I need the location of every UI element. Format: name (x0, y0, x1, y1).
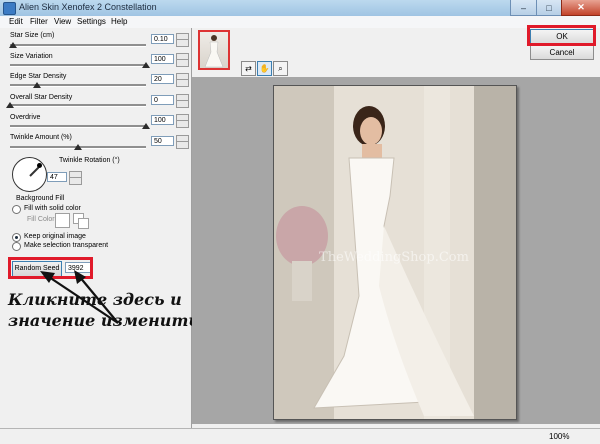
menu-settings[interactable]: Settings (77, 17, 106, 26)
annotation-line2: значение измениться (8, 311, 222, 330)
param-label: Overall Star Density (10, 94, 73, 101)
make-transparent-label: Make selection transparent (24, 242, 109, 249)
annotation-line1: Кликните здесь и (8, 290, 182, 309)
controls-panel (0, 28, 192, 428)
hand-tool-icon[interactable]: ✋ (257, 61, 272, 76)
status-bar: 100% (0, 428, 600, 444)
value-field[interactable]: 50 (151, 136, 174, 146)
value-field[interactable]: 100 (151, 115, 174, 125)
param-label: Size Variation (10, 53, 53, 60)
thumbnail-image (204, 35, 224, 68)
fill-color-swatch[interactable] (55, 213, 70, 228)
fill-solid-label: Fill with solid color (24, 205, 81, 212)
slider-thumb[interactable] (74, 144, 82, 150)
slider-thumb[interactable] (142, 123, 150, 129)
dial-handle[interactable] (37, 163, 42, 168)
value-field[interactable]: 100 (151, 54, 174, 64)
preset-thumbnail[interactable] (198, 30, 230, 70)
maximize-button[interactable]: □ (536, 0, 562, 16)
value-field[interactable]: 20 (151, 74, 174, 84)
title-bar: Alien Skin Xenofex 2 Constellation – □ ✕ (0, 0, 600, 17)
fill-solid-radio[interactable] (12, 205, 21, 214)
param-label: Star Size (cm) (10, 32, 55, 39)
slider-thumb[interactable] (6, 102, 14, 108)
app-icon (3, 2, 16, 15)
zoom-level: 100% (549, 432, 570, 441)
make-transparent-radio[interactable] (12, 242, 21, 251)
cancel-button[interactable]: Cancel (530, 45, 594, 60)
minimize-button[interactable]: – (510, 0, 537, 16)
slider-track[interactable] (10, 64, 146, 67)
seed-highlight-box (8, 257, 93, 279)
bride-illustration: TheWeddingShop.Com (274, 86, 516, 419)
twinkle-rotation-spin[interactable] (69, 171, 82, 185)
slider-track[interactable] (10, 125, 146, 128)
preview-image[interactable]: TheWeddingShop.Com (273, 85, 517, 420)
keep-original-radio[interactable] (12, 233, 21, 242)
spin-buttons[interactable] (176, 94, 189, 108)
zoom-tool-icon[interactable]: ⌕ (273, 61, 288, 76)
param-label: Overdrive (10, 114, 41, 121)
keep-original-label: Keep original image (24, 233, 86, 240)
spin-buttons[interactable] (176, 73, 189, 87)
slider-thumb[interactable] (33, 82, 42, 88)
rotation-dial[interactable] (12, 157, 47, 192)
menu-filter[interactable]: Filter (30, 17, 48, 26)
spin-buttons[interactable] (176, 135, 189, 149)
value-field[interactable]: 0.10 (151, 34, 174, 44)
close-button[interactable]: ✕ (561, 0, 600, 16)
window-title: Alien Skin Xenofex 2 Constellation (19, 2, 157, 12)
param-label: Twinkle Amount (%) (10, 134, 72, 141)
compare-tool-icon[interactable]: ⇄ (241, 61, 256, 76)
menu-view[interactable]: View (54, 17, 71, 26)
fill-color-swatch-front (78, 218, 89, 229)
background-fill-heading: Background Fill (16, 195, 65, 202)
dial-needle (29, 166, 40, 177)
fill-color-label: Fill Color (27, 216, 55, 223)
spin-buttons[interactable] (176, 33, 189, 47)
twinkle-rotation-label: Twinkle Rotation (°) (59, 157, 120, 164)
twinkle-rotation-field[interactable]: 47 (47, 172, 67, 182)
spin-buttons[interactable] (176, 114, 189, 128)
ok-highlight-box (527, 25, 596, 46)
spin-buttons[interactable] (176, 53, 189, 67)
preview-watermark: TheWeddingShop.Com (319, 250, 469, 265)
slider-track[interactable] (10, 104, 146, 107)
menu-edit[interactable]: Edit (9, 17, 23, 26)
param-label: Edge Star Density (10, 73, 67, 80)
menu-help[interactable]: Help (111, 17, 127, 26)
slider-track[interactable] (10, 44, 146, 47)
slider-thumb[interactable] (142, 62, 150, 68)
value-field[interactable]: 0 (151, 95, 174, 105)
slider-thumb[interactable] (8, 42, 17, 48)
slider-track[interactable] (10, 84, 146, 87)
